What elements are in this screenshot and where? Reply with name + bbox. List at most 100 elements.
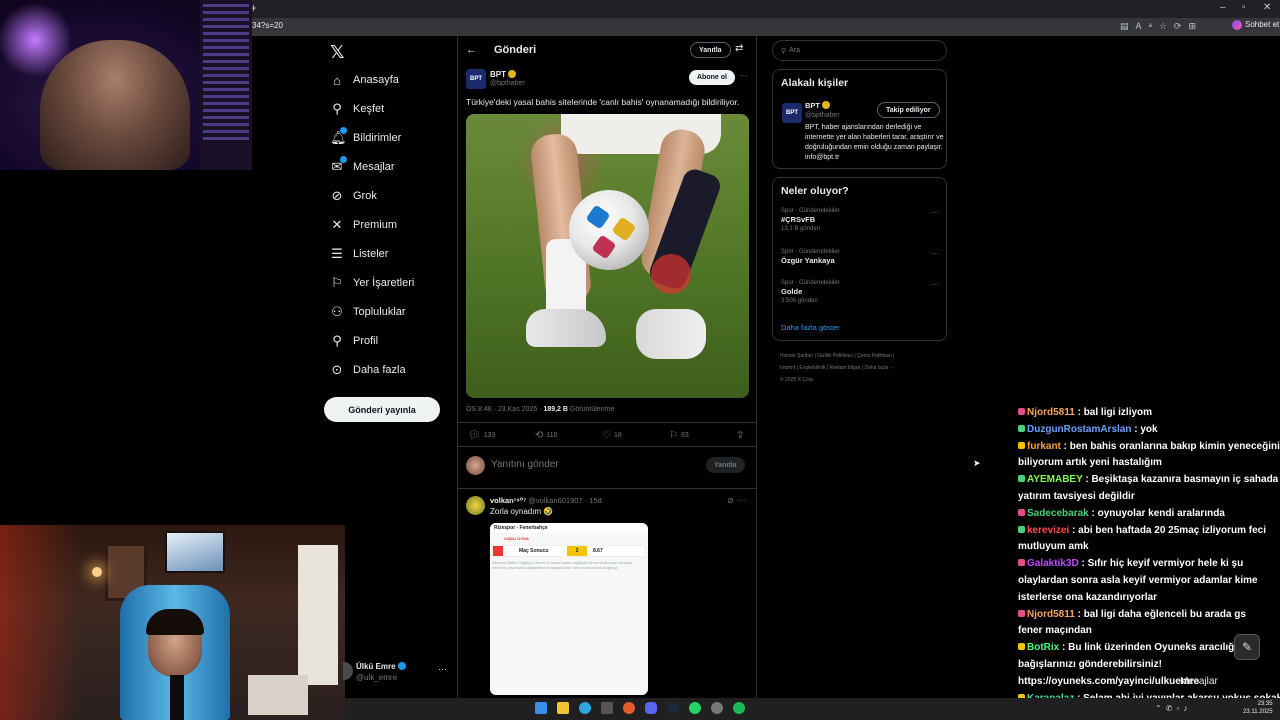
tweet-meta: ÖS 8:48 · 23 Kas 2025 · 189,2 B Görüntül… <box>466 406 614 413</box>
chat-nick[interactable]: Sadecebarak <box>1027 508 1089 519</box>
system-tray-icons[interactable]: ⌃✆▫♪ <box>1155 704 1191 713</box>
tweet-more-icon[interactable]: ··· <box>740 71 748 80</box>
more-icon[interactable]: ··· <box>931 249 939 258</box>
divider <box>458 422 756 423</box>
comment-text: Zorla oynadım 🤣 <box>490 507 554 516</box>
tweet-image[interactable] <box>466 114 749 398</box>
show-more-link[interactable]: Daha fazla göster <box>781 323 840 332</box>
compose-message-icon[interactable]: ✎ <box>1234 634 1260 660</box>
more-icon[interactable]: ··· <box>438 664 447 674</box>
chat-nick[interactable]: AYEMABEY <box>1027 474 1083 485</box>
sidebar-item-premium[interactable]: ✕ Premium <box>330 214 397 236</box>
app-icon[interactable] <box>601 702 613 714</box>
chat-message: Njord5811 : bal ligi daha eğlenceli bu a… <box>1018 607 1280 623</box>
retweet-icon: ⟲ <box>535 430 544 441</box>
related-people-panel: Alakalı kişiler BPT BPT @bpthaber Takip … <box>772 69 947 169</box>
sidebar-item-bildirimler[interactable]: 🔔︎ Bildirimler <box>330 127 401 149</box>
footer-links[interactable]: Hizmet Şartları | Gizlilik Politikası | … <box>780 350 940 386</box>
sidebar-item-listeler[interactable]: ☰ Listeler <box>330 243 388 265</box>
sidebar-item-mesajlar[interactable]: ✉ Mesajlar <box>330 156 395 178</box>
related-name[interactable]: BPT <box>805 101 830 110</box>
avatar[interactable]: BPT <box>782 103 802 123</box>
notification-dot <box>340 127 347 134</box>
sidebar-item-keşfet[interactable]: ⚲ Keşfet <box>330 98 384 120</box>
minimize-icon[interactable]: – <box>1220 2 1226 13</box>
trend-item[interactable]: Spor · Gündemdekiler Özgür Yankaya ··· <box>781 249 941 267</box>
taskbar-clock[interactable]: 23:35 23.11.2025 <box>1243 700 1273 716</box>
share-icon[interactable]: ⇪ <box>736 430 747 441</box>
chat-nick[interactable]: BotRix <box>1027 642 1059 653</box>
tweet-author-handle[interactable]: @bpthaber <box>490 80 525 87</box>
trend-item[interactable]: Spor · Gündemdekiler #ÇRSvFB 13,1 B gönd… <box>781 208 941 232</box>
whatsapp-icon[interactable] <box>689 702 701 714</box>
more-icon[interactable]: ··· <box>931 280 939 289</box>
chat-message: DuzgunRostamArslan : yok <box>1018 422 1280 438</box>
steam-icon[interactable] <box>667 702 679 714</box>
tweet-author-name[interactable]: BPT <box>490 70 516 79</box>
browser-toolbar-icons[interactable]: ▤Aᵃ☆⟳⊞ <box>1120 21 1203 32</box>
like-action[interactable]: ♡ 18 <box>602 430 622 441</box>
settings-icon[interactable] <box>711 702 723 714</box>
start-icon[interactable] <box>535 702 547 714</box>
reply-action[interactable]: 💬︎ 133 <box>468 430 495 441</box>
comment-image[interactable]: Rizespor - Fenerbahçe CANLI OYNA Maç Son… <box>490 523 648 695</box>
file-explorer-icon[interactable] <box>557 702 569 714</box>
chat-text: : Beşiktaşa kazanıra basmayın iç sahada <box>1082 474 1279 486</box>
comment-actions[interactable]: ⊘ ··· <box>727 496 746 505</box>
mouse-cursor-icon: ➤ <box>973 458 981 468</box>
chat-text: olaylardan sonra asla keyif vermiyor ada… <box>1018 575 1258 586</box>
post-button[interactable]: Gönderi yayınla <box>324 397 440 422</box>
comment-avatar[interactable] <box>466 496 485 515</box>
more-icon[interactable]: ··· <box>931 208 939 217</box>
edge-icon[interactable] <box>579 702 591 714</box>
chat-nick[interactable]: Galaktik3D <box>1027 558 1079 569</box>
trend-item[interactable]: Spor · Gündemdekiler Golde 3.506 gönderi… <box>781 280 941 304</box>
chat-nick[interactable]: Njord5811 <box>1027 407 1075 418</box>
header-reply-button[interactable]: Yanıtla <box>690 42 731 58</box>
filter-icon[interactable]: ⇄ <box>735 43 743 54</box>
maximize-icon[interactable]: ▫ <box>1242 2 1246 13</box>
copilot-chat-button[interactable]: Sohbet et <box>1232 20 1279 30</box>
sidebar-item-yer-i̇şaretleri[interactable]: ⚐ Yer İşaretleri <box>330 272 414 294</box>
chat-text: fener maçından <box>1018 625 1092 637</box>
spotify-icon[interactable] <box>733 702 745 714</box>
url-text[interactable]: 34?s=20 <box>252 21 283 30</box>
chat-text: : yok <box>1131 423 1158 435</box>
search-input[interactable]: ⚲ Ara <box>772 40 947 61</box>
streamer-webcam-bottom <box>0 525 345 720</box>
tweet-views: 189,2 B <box>543 406 568 413</box>
search-icon: ⚲ <box>332 101 342 116</box>
card-note: İstanbul Bahis Sağlayıcı firma ve yasal … <box>492 560 633 570</box>
discord-icon[interactable] <box>645 702 657 714</box>
reply-input[interactable]: Yanıtını gönder <box>491 459 559 470</box>
chat-nick[interactable]: Njord5811 <box>1027 609 1075 620</box>
close-icon[interactable]: ✕ <box>1263 2 1271 13</box>
chat-nick[interactable]: DuzgunRostamArslan <box>1027 424 1131 435</box>
sidebar-item-daha-fazla[interactable]: ⊙ Daha fazla <box>330 359 406 381</box>
sidebar-item-anasayfa[interactable]: ⌂ Anasayfa <box>330 69 399 91</box>
messages-drawer-label[interactable]: Mesajlar <box>1180 676 1218 687</box>
notification-dot <box>340 156 347 163</box>
bookmark-action[interactable]: ⚐ 83 <box>669 430 689 441</box>
sidebar-item-topluluklar[interactable]: ⚇ Topluluklar <box>330 301 405 323</box>
sidebar-item-label: Anasayfa <box>353 74 399 86</box>
sidebar-item-label: Yer İşaretleri <box>353 277 415 289</box>
card-market: Maç Sonucu <box>519 548 549 554</box>
reply-submit-button[interactable]: Yanıtla <box>706 457 745 473</box>
chat-nick[interactable]: kerevizei <box>1027 525 1069 536</box>
tweet-timestamp[interactable]: ÖS 8:48 · 23 Kas 2025 · <box>466 406 543 413</box>
comment-author[interactable]: volkan¹⁹⁰⁷ @volkan601907 · 15d <box>490 496 602 505</box>
chat-badge-icon <box>1018 525 1025 533</box>
chat-nick[interactable]: furkant <box>1027 441 1061 452</box>
x-logo-icon[interactable]: 𝕏 <box>330 42 345 63</box>
chat-badge-icon <box>1018 609 1025 617</box>
sidebar-item-grok[interactable]: ⊘ Grok <box>330 185 377 207</box>
following-button[interactable]: Takip ediliyor <box>877 102 940 118</box>
retweet-action[interactable]: ⟲ 110 <box>535 430 558 441</box>
subscribe-button[interactable]: Abone ol <box>689 70 735 85</box>
related-handle[interactable]: @bpthaber <box>805 112 840 119</box>
tweet-avatar[interactable]: BPT <box>466 69 486 89</box>
back-arrow-icon[interactable]: ← <box>466 44 477 56</box>
firefox-icon[interactable] <box>623 702 635 714</box>
sidebar-item-profil[interactable]: ⚲ Profil <box>330 330 378 352</box>
